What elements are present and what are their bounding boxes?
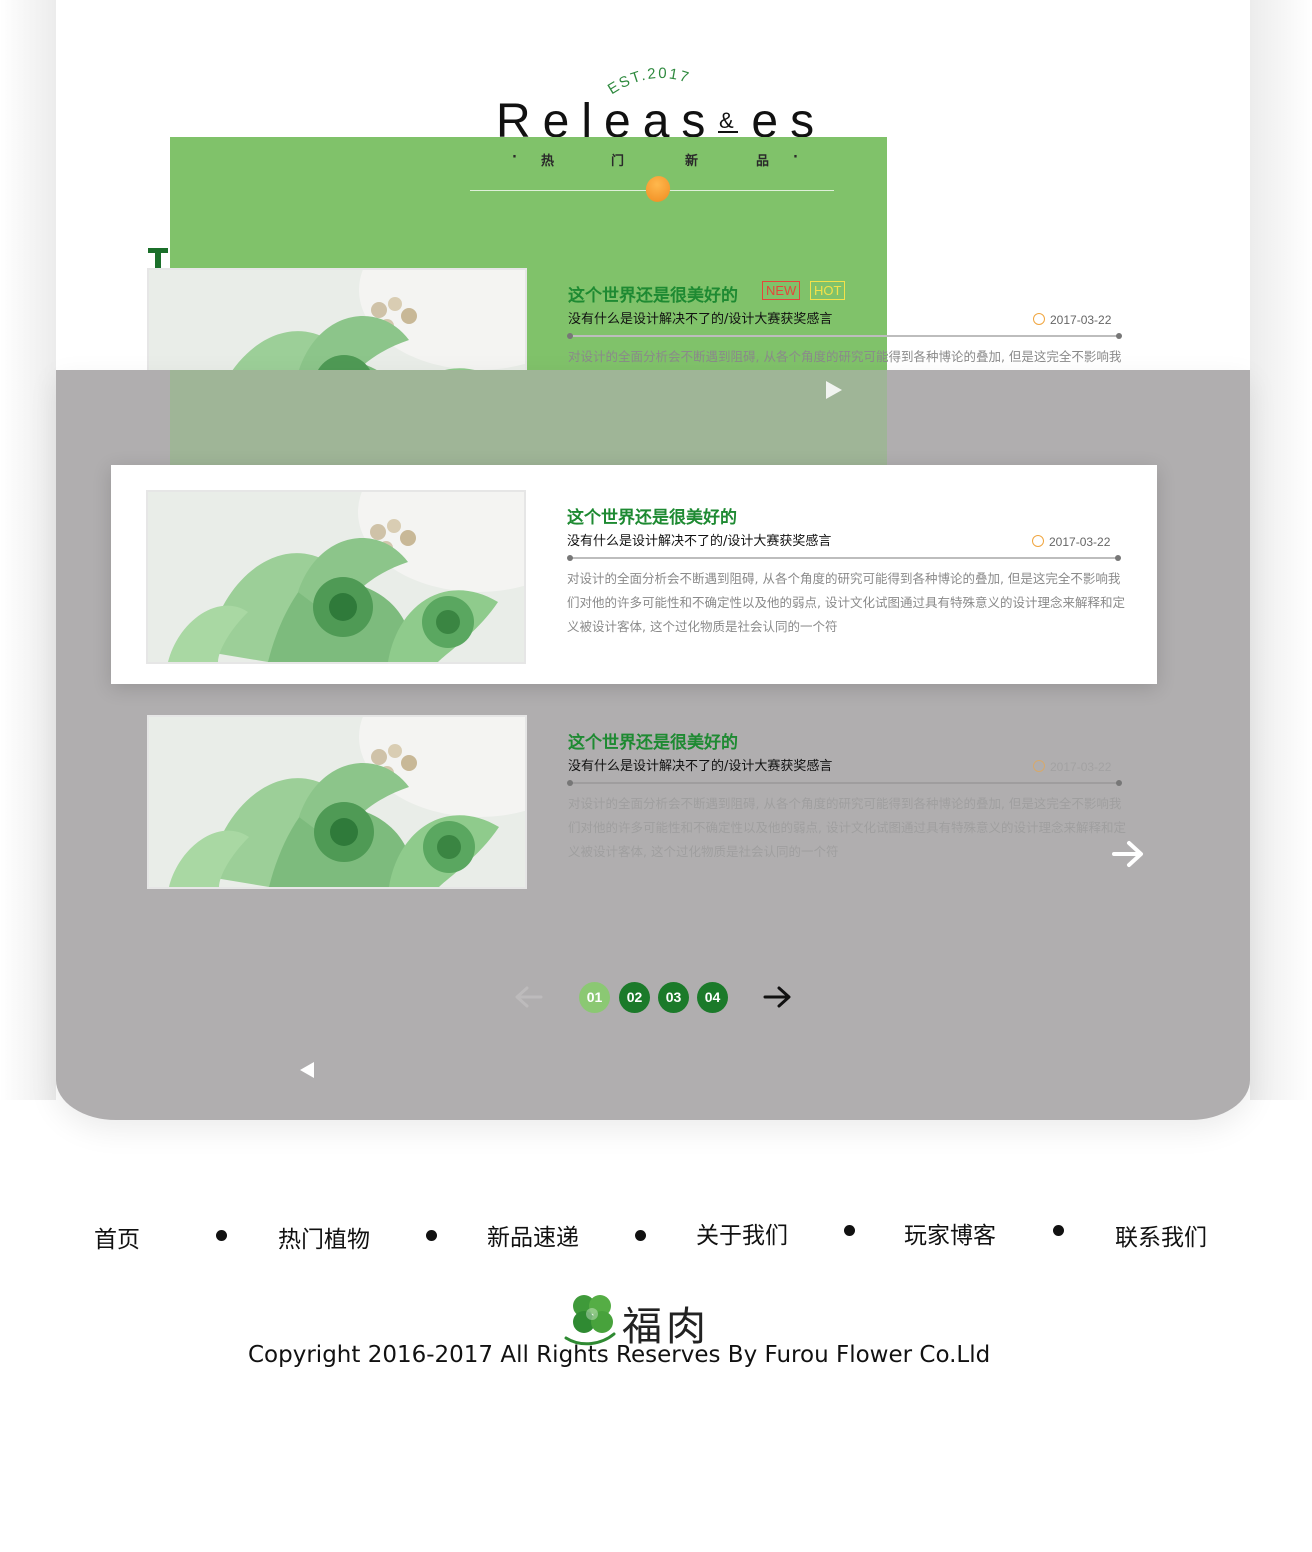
article-rule xyxy=(567,333,1122,339)
subtitle-dot-right: · xyxy=(793,150,798,165)
new-badge: NEW xyxy=(762,281,801,300)
nav-separator xyxy=(216,1230,227,1241)
nav-hot-plants[interactable]: 热门植物 xyxy=(278,1220,370,1254)
clover-logo-icon[interactable] xyxy=(562,1290,620,1346)
nav-contact-us[interactable]: 联系我们 xyxy=(1115,1218,1207,1252)
article-thumbnail[interactable] xyxy=(146,490,526,664)
nav-home[interactable]: 首页 xyxy=(94,1220,140,1254)
copyright-text: Copyright 2016-2017 All Rights Reserves … xyxy=(248,1342,991,1368)
clock-icon xyxy=(1033,313,1045,325)
clock-icon xyxy=(1033,760,1045,772)
arrow-left-icon[interactable] xyxy=(514,985,544,1009)
article-title[interactable]: 这个世界还是很美好的 xyxy=(568,281,738,306)
nav-separator xyxy=(635,1230,646,1241)
page-edge-left xyxy=(0,0,56,1100)
page-button-2[interactable]: 02 xyxy=(619,982,650,1013)
page-button-3[interactable]: 03 xyxy=(658,982,689,1013)
nav-separator xyxy=(426,1230,437,1241)
page-button-1[interactable]: 01 xyxy=(579,982,610,1013)
nav-new-arrivals[interactable]: 新品速递 xyxy=(487,1218,579,1252)
hot-badge: HOT xyxy=(810,281,846,300)
article-rule xyxy=(567,780,1122,786)
nav-separator xyxy=(1053,1225,1064,1236)
article-subtitle: 没有什么是设计解决不了的/设计大赛获奖感言 xyxy=(567,534,832,549)
article-card-2[interactable]: 这个世界还是很美好的 没有什么是设计解决不了的/设计大赛获奖感言 2017-03… xyxy=(111,465,1157,684)
subtitle-char-1: 热 xyxy=(541,154,555,169)
arrow-right-icon[interactable] xyxy=(762,985,792,1009)
subtitle-char-3: 新 xyxy=(685,154,699,169)
arrow-right-icon[interactable] xyxy=(1111,839,1145,869)
succulent-image-icon xyxy=(149,717,525,887)
article-thumbnail[interactable] xyxy=(147,715,527,889)
clock-icon xyxy=(1032,535,1044,547)
subtitle-char-4: 品 xyxy=(756,154,770,169)
article-date: 2017-03-22 xyxy=(1033,760,1111,774)
play-icon[interactable] xyxy=(826,381,842,399)
nav-player-blog[interactable]: 玩家博客 xyxy=(904,1216,996,1250)
nav-separator xyxy=(844,1225,855,1236)
article-rule xyxy=(567,555,1121,561)
t-glyph-icon xyxy=(148,248,168,268)
article-description: 对设计的全面分析会不断遇到阻碍, 从各个角度的研究可能得到各种博论的叠加, 但是… xyxy=(567,571,1125,634)
article-subtitle: 没有什么是设计解决不了的/设计大赛获奖感言 xyxy=(568,312,833,327)
article-date: 2017-03-22 xyxy=(1032,535,1110,549)
article-description: 对设计的全面分析会不断遇到阻碍, 从各个角度的研究可能得到各种博论的叠加, 但是… xyxy=(568,796,1126,859)
nav-about-us[interactable]: 关于我们 xyxy=(696,1216,788,1250)
page-edge-right xyxy=(1250,0,1312,1100)
article-title[interactable]: 这个世界还是很美好的 xyxy=(567,503,737,528)
article-subtitle: 没有什么是设计解决不了的/设计大赛获奖感言 xyxy=(568,759,833,774)
prev-triangle-icon[interactable] xyxy=(300,1062,314,1078)
succulent-image-icon xyxy=(148,492,524,662)
article-title[interactable]: 这个世界还是很美好的 xyxy=(568,728,738,753)
page-button-4[interactable]: 04 xyxy=(697,982,728,1013)
article-date: 2017-03-22 xyxy=(1033,313,1111,327)
subtitle-char-2: 门 xyxy=(611,154,625,169)
green-overlay-lower xyxy=(170,370,887,465)
ampersand-underline xyxy=(718,131,738,133)
subtitle-dot-left: · xyxy=(512,150,517,165)
